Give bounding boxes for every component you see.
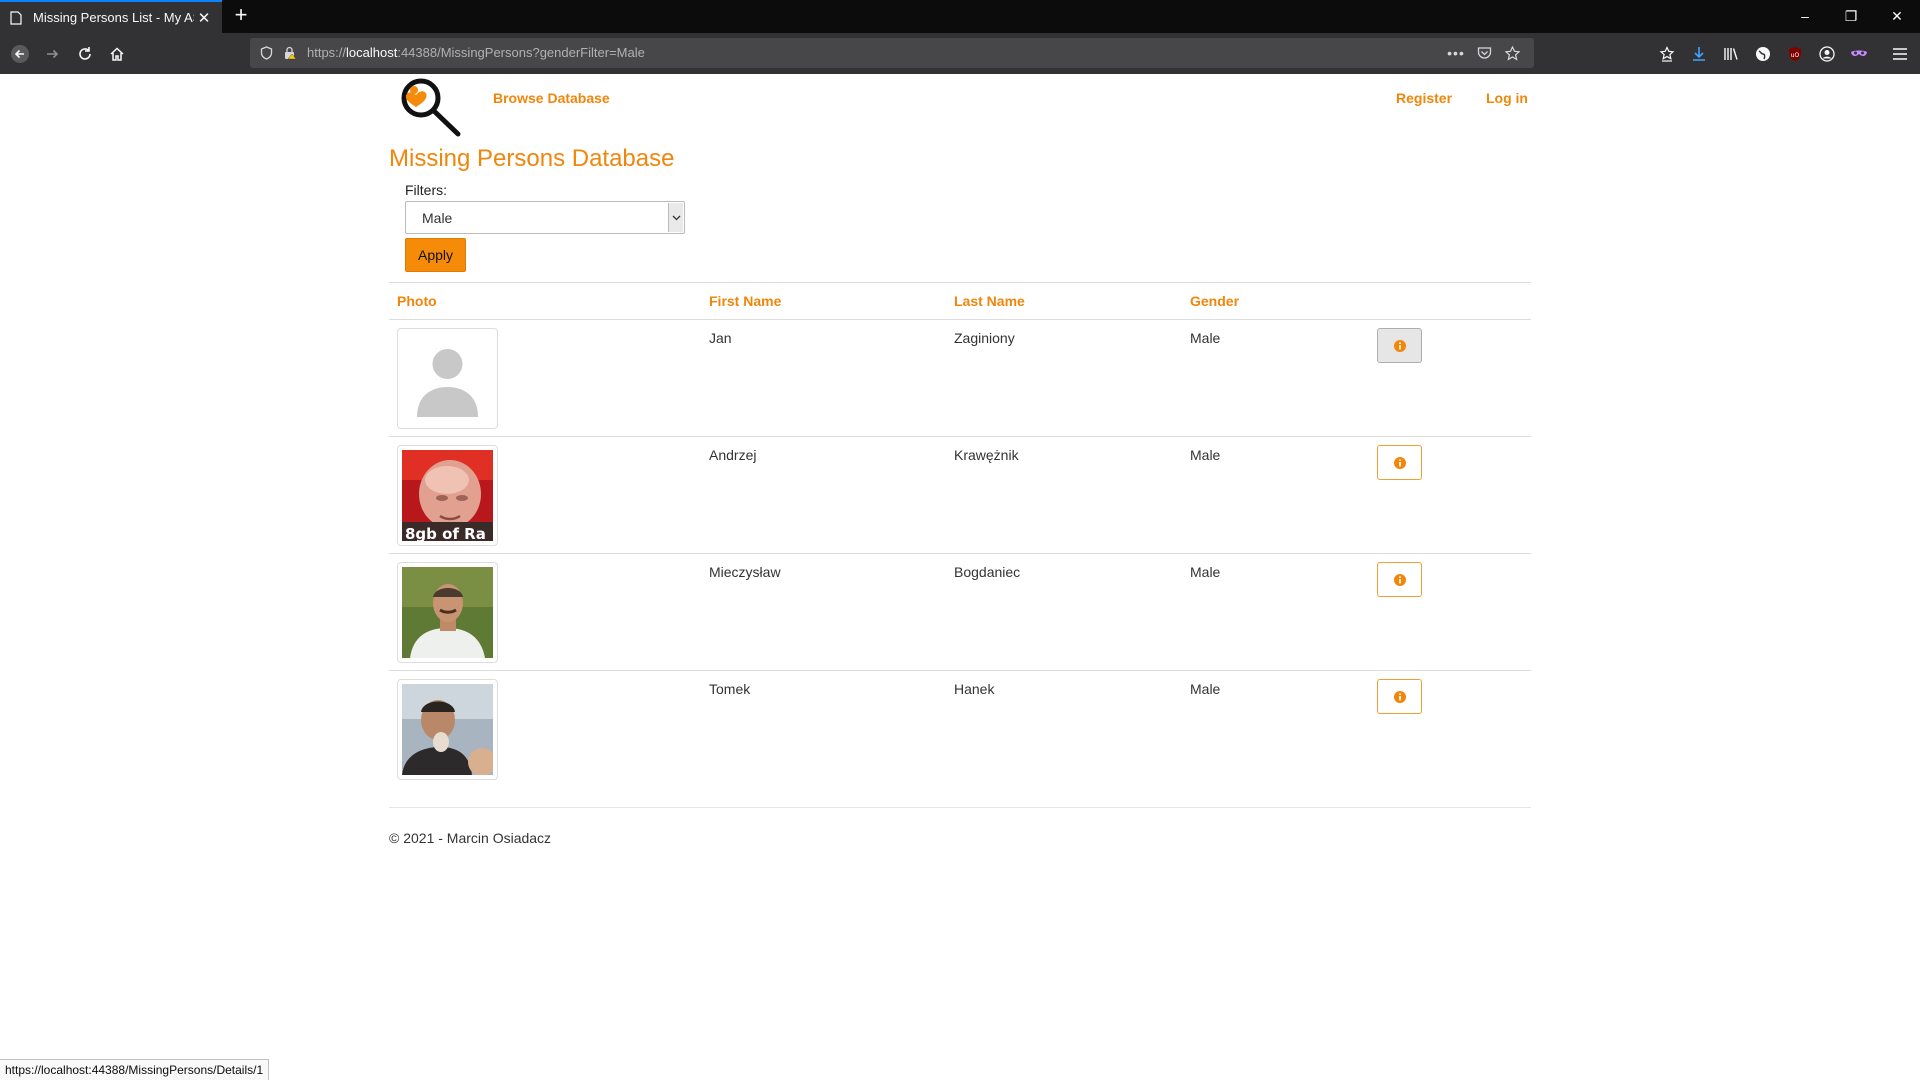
close-icon[interactable]: ✕: [194, 9, 214, 27]
minimize-icon[interactable]: –: [1782, 0, 1828, 33]
details-button[interactable]: [1377, 679, 1422, 714]
shield-icon[interactable]: [258, 45, 274, 61]
last-name-cell: Krawężnik: [946, 436, 1182, 554]
forward-icon[interactable]: [38, 40, 66, 68]
lock-icon[interactable]: [282, 45, 298, 61]
home-icon[interactable]: [103, 40, 131, 68]
nav-browse-database[interactable]: Browse Database: [493, 90, 610, 106]
first-name-cell: Andrzej: [701, 436, 946, 554]
footer-divider: [389, 807, 1531, 808]
nav-login[interactable]: Log in: [1486, 90, 1528, 106]
plus-icon[interactable]: +: [228, 3, 254, 29]
person-photo: [397, 328, 498, 429]
browser-tab[interactable]: Missing Persons List - My ASP.N ✕: [0, 0, 222, 33]
status-bar-url: https://localhost:44388/MissingPersons/D…: [0, 1059, 270, 1080]
url-text[interactable]: https://localhost:44388/MissingPersons?g…: [307, 45, 645, 60]
person-photo: 8gb of Ra: [397, 445, 498, 546]
tab-bar: Missing Persons List - My ASP.N ✕ + – ❐ …: [0, 0, 1920, 33]
ublock-icon[interactable]: uO: [1786, 45, 1804, 63]
gender-filter-select[interactable]: Male: [405, 201, 685, 234]
person-photo: [397, 562, 498, 663]
last-name-cell: Hanek: [954, 681, 995, 697]
svg-text:uO: uO: [1791, 52, 1800, 59]
last-name-cell: Bogdaniec: [946, 553, 1182, 671]
window-close-icon[interactable]: ✕: [1874, 0, 1920, 33]
avatar-placeholder-icon: [402, 333, 493, 424]
first-name-cell: Jan: [701, 319, 946, 437]
tab-title: Missing Persons List - My ASP.N: [33, 10, 194, 25]
library-icon[interactable]: [1722, 45, 1740, 63]
table-row: Mieczysław Bogdaniec Male: [389, 553, 1531, 671]
header-gender[interactable]: Gender: [1182, 282, 1369, 320]
photo-caption: 8gb of Ra: [405, 525, 486, 541]
extension-globe-icon[interactable]: [1754, 45, 1772, 63]
nav-toolbar: https://localhost:44388/MissingPersons?g…: [0, 33, 1920, 74]
chevron-down-icon[interactable]: [668, 203, 683, 232]
page-content: Browse Database Register Log in Missing …: [0, 74, 1920, 1080]
missing-persons-table: Photo First Name Last Name Gender Jan Za…: [389, 282, 1531, 788]
reload-icon[interactable]: [71, 40, 99, 68]
page-title: Missing Persons Database: [389, 145, 675, 172]
download-icon[interactable]: [1690, 45, 1708, 63]
details-button[interactable]: [1377, 445, 1422, 480]
account-icon[interactable]: [1818, 45, 1836, 63]
gender-filter-value: Male: [422, 210, 453, 226]
info-icon: [1393, 339, 1406, 352]
private-mask-icon[interactable]: [1850, 45, 1868, 63]
gender-cell: Male: [1182, 319, 1369, 437]
gender-cell: Male: [1182, 553, 1369, 671]
filters-label: Filters:: [405, 182, 447, 198]
footer-copyright: © 2021 - Marcin Osiadacz: [389, 830, 552, 846]
star-icon[interactable]: [1504, 45, 1520, 61]
magnifier-logo-icon[interactable]: [401, 77, 463, 137]
header-actions: [1369, 282, 1531, 320]
reading-list-icon[interactable]: [1658, 45, 1676, 63]
gender-cell: Male: [1182, 436, 1369, 554]
table-row: Jan Zaginiony Male: [389, 319, 1531, 437]
table-header-row: Photo First Name Last Name Gender: [389, 282, 1531, 320]
last-name-cell: Zaginiony: [946, 319, 1182, 437]
menu-icon[interactable]: [1891, 45, 1909, 63]
details-button[interactable]: [1377, 562, 1422, 597]
back-icon[interactable]: [6, 40, 34, 68]
gender-cell: Male: [1190, 681, 1221, 697]
person-photo: [397, 679, 498, 780]
header-last-name[interactable]: Last Name: [946, 282, 1182, 320]
url-bar[interactable]: https://localhost:44388/MissingPersons?g…: [250, 38, 1534, 68]
header-first-name[interactable]: First Name: [701, 282, 946, 320]
pocket-icon[interactable]: [1476, 45, 1492, 61]
details-button[interactable]: [1377, 328, 1422, 363]
nav-register[interactable]: Register: [1396, 90, 1452, 106]
apply-button[interactable]: Apply: [405, 238, 466, 272]
table-row: Tomek Hanek Male: [389, 671, 1531, 788]
more-icon[interactable]: •••: [1447, 45, 1464, 61]
table-row: 8gb of Ra Andrzej Krawężnik Male: [389, 436, 1531, 554]
info-icon: [1393, 690, 1406, 703]
info-icon: [1393, 573, 1406, 586]
header-photo[interactable]: Photo: [389, 282, 701, 320]
first-name-cell: Tomek: [709, 681, 751, 697]
restore-icon[interactable]: ❐: [1828, 0, 1874, 33]
page-icon: [8, 10, 24, 26]
info-icon: [1393, 456, 1406, 469]
first-name-cell: Mieczysław: [701, 553, 946, 671]
